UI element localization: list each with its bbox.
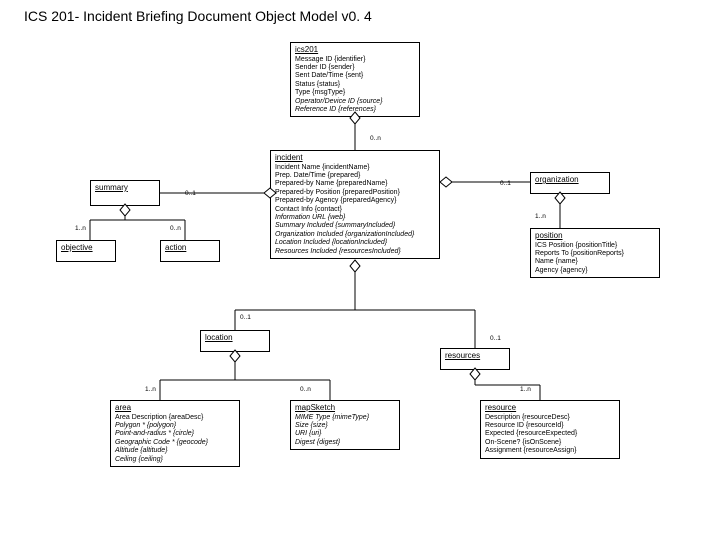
class-title: area xyxy=(115,403,235,413)
attr: MIME Type {mimeType} xyxy=(295,414,395,422)
class-organization: organization xyxy=(530,172,610,194)
class-title: ics201 xyxy=(295,45,415,55)
class-title: mapSketch xyxy=(295,403,395,413)
attr: Incident Name {incidentName} xyxy=(275,164,435,172)
class-title: summary xyxy=(95,183,155,193)
attr: Prep. Date/Time {prepared} xyxy=(275,172,435,180)
class-title: incident xyxy=(275,153,435,163)
class-title: action xyxy=(165,243,215,253)
attr: Agency {agency} xyxy=(535,267,655,275)
attr: Prepared-by Agency {preparedAgency} xyxy=(275,197,435,205)
attr: Description {resourceDesc} xyxy=(485,414,615,422)
class-title: objective xyxy=(61,243,111,253)
cardinality: 1..n xyxy=(520,386,531,393)
attr: Resource ID {resourceId} xyxy=(485,422,615,430)
attr: Resources Included {resourcesIncluded} xyxy=(275,248,435,256)
attr: Sender ID {sender} xyxy=(295,64,415,72)
class-position: position ICS Position {positionTitle} Re… xyxy=(530,228,660,278)
attr: Organization Included {organizationInclu… xyxy=(275,231,435,239)
class-summary: summary xyxy=(90,180,160,206)
attr: Reports To {positionReports} xyxy=(535,250,655,258)
attr: Size {size} xyxy=(295,422,395,430)
cardinality: 0..1 xyxy=(490,335,501,342)
attr: Type {msgType} xyxy=(295,89,415,97)
page-title: ICS 201- Incident Briefing Document Obje… xyxy=(24,8,372,24)
class-ics201: ics201 Message ID {identifier} Sender ID… xyxy=(290,42,420,117)
attr: Message ID {identifier} xyxy=(295,56,415,64)
attr: Prepared-by Name {preparedName} xyxy=(275,180,435,188)
attr: Summary Included {summaryIncluded} xyxy=(275,222,435,230)
class-location: location xyxy=(200,330,270,352)
class-area: area Area Description {areaDesc} Polygon… xyxy=(110,400,240,467)
attr: Name {name} xyxy=(535,258,655,266)
cardinality: 0..n xyxy=(300,386,311,393)
attr: Expected {resourceExpected} xyxy=(485,430,615,438)
class-title: resources xyxy=(445,351,505,361)
cardinality: 1..n xyxy=(145,386,156,393)
attr: Prepared-by Position {preparedPosition} xyxy=(275,189,435,197)
class-title: position xyxy=(535,231,655,241)
attr: ICS Position {positionTitle} xyxy=(535,242,655,250)
attr: Altitude {altitude} xyxy=(115,447,235,455)
class-title: resource xyxy=(485,403,615,413)
attr: URI {uri} xyxy=(295,430,395,438)
attr: Geographic Code * {geocode} xyxy=(115,439,235,447)
attr: Polygon * {polygon} xyxy=(115,422,235,430)
attr: Area Description {areaDesc} xyxy=(115,414,235,422)
class-title: organization xyxy=(535,175,605,185)
attr: Point-and-radius * {circle} xyxy=(115,430,235,438)
class-objective: objective xyxy=(56,240,116,262)
cardinality: 1..n xyxy=(75,225,86,232)
attr: Operator/Device ID {source} xyxy=(295,98,415,106)
class-title: location xyxy=(205,333,265,343)
cardinality: 0..1 xyxy=(185,190,196,197)
class-incident: incident Incident Name {incidentName} Pr… xyxy=(270,150,440,259)
cardinality: 0..1 xyxy=(240,314,251,321)
class-resource: resource Description {resourceDesc} Reso… xyxy=(480,400,620,459)
attr: Information URL {web} xyxy=(275,214,435,222)
attr: Digest {digest} xyxy=(295,439,395,447)
attr: Sent Date/Time {sent} xyxy=(295,72,415,80)
class-resources: resources xyxy=(440,348,510,370)
attr: Location Included {locationIncluded} xyxy=(275,239,435,247)
attr: Status {status} xyxy=(295,81,415,89)
cardinality: 1..n xyxy=(535,213,546,220)
attr: Contact Info {contact} xyxy=(275,206,435,214)
attr: On-Scene? {isOnScene} xyxy=(485,439,615,447)
cardinality: 0..n xyxy=(170,225,181,232)
cardinality: 0..n xyxy=(370,135,381,142)
class-action: action xyxy=(160,240,220,262)
attr: Reference ID {references} xyxy=(295,106,415,114)
attr: Assignment {resourceAssign} xyxy=(485,447,615,455)
class-mapsketch: mapSketch MIME Type {mimeType} Size {siz… xyxy=(290,400,400,450)
attr: Ceiling {ceiling} xyxy=(115,456,235,464)
cardinality: 0..1 xyxy=(500,180,511,187)
